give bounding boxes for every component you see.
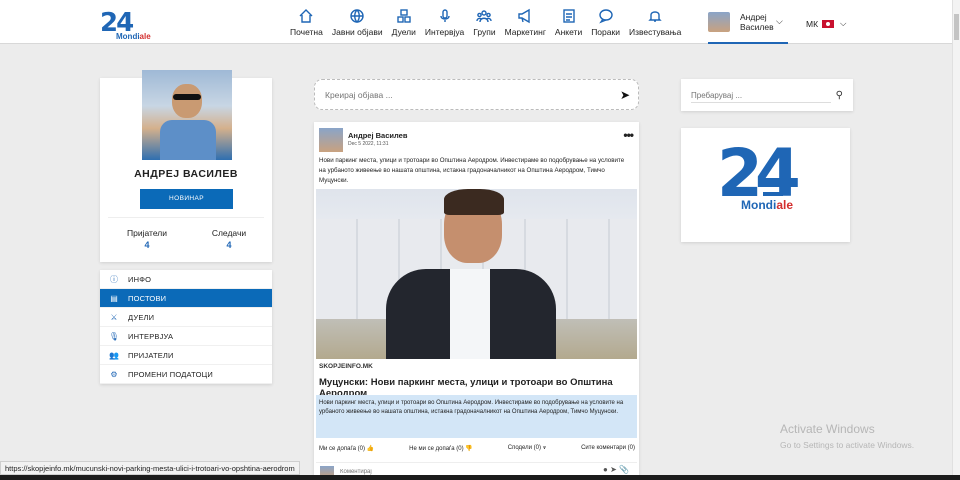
banner-wordmark: Mondiale <box>741 198 794 212</box>
nav-notifications[interactable]: Известувања <box>629 8 681 37</box>
info-icon: ⓘ <box>110 274 118 284</box>
top-navbar: 24 Mondiale Почетна Јавни објави Дуели И… <box>0 0 952 44</box>
profile-name: АНДРЕЈ ВАСИЛЕВ <box>134 168 238 180</box>
language-selector[interactable]: МК ⌵ <box>806 18 847 29</box>
logo-wordmark: Mondiale <box>116 32 151 41</box>
profile-card: АНДРЕЈ ВАСИЛЕВ НОВИНАР Пријатели 4 Следа… <box>100 70 272 262</box>
chevron-down-icon: ⌵ <box>776 16 783 26</box>
main-nav: Почетна Јавни објави Дуели Интервјуа Гру… <box>290 8 690 37</box>
search-icon[interactable]: ⚲ <box>836 90 843 101</box>
role-badge[interactable]: НОВИНАР <box>140 189 233 209</box>
link-excerpt: Нови паркинг места, улици и тротоари во … <box>316 395 637 438</box>
post-author[interactable]: Андреј Василев <box>348 131 407 140</box>
taskbar <box>0 475 960 480</box>
menu-friends[interactable]: 👥 ПРИЈАТЕЛИ <box>100 346 272 365</box>
menu-duels[interactable]: ⚔ ДУЕЛИ <box>100 308 272 327</box>
megaphone-icon <box>518 8 530 24</box>
page-scrollbar[interactable] <box>952 0 960 480</box>
globe-icon <box>350 9 364 23</box>
gear-icon: ⚙ <box>110 369 118 379</box>
scrollbar-thumb[interactable] <box>954 14 959 40</box>
all-comments-link[interactable]: Сите коментари (0) <box>581 445 635 452</box>
windows-activation-watermark: Activate Windows Go to Settings to activ… <box>780 422 915 450</box>
home-icon <box>299 9 313 23</box>
thumbs-down-icon: 👎 <box>465 446 473 452</box>
nav-polls[interactable]: Анкети <box>555 8 582 37</box>
friends-icon: 👥 <box>109 350 119 360</box>
share-button[interactable]: Сподели (0) ⩛ <box>508 445 546 452</box>
nav-home[interactable]: Почетна <box>290 8 323 37</box>
bell-icon <box>648 11 662 22</box>
poll-icon <box>562 9 575 23</box>
followers-stat[interactable]: Следачи 4 <box>194 228 264 250</box>
nav-groups[interactable]: Групи <box>473 8 496 37</box>
search-box: ⚲ <box>681 79 853 111</box>
nav-messages[interactable]: Пораки <box>591 8 620 37</box>
like-button[interactable]: Ми се допаѓа (0) 👍 <box>319 445 374 452</box>
groups-icon <box>476 10 493 23</box>
thumbs-up-icon: 👍 <box>366 446 375 452</box>
share-icon: ⩛ <box>542 445 547 451</box>
post-card: Андреј Василев Dec 5 2022, 11:31 ••• Нов… <box>314 122 639 480</box>
posts-icon: ▤ <box>110 293 118 303</box>
profile-photo <box>142 70 232 160</box>
avatar <box>708 12 730 32</box>
link-status-bar: https://skopjeinfo.mk/mucunski-novi-park… <box>0 461 300 475</box>
profile-menu: ⓘ ИНФО ▤ ПОСТОВИ ⚔ ДУЕЛИ 🎙 ИНТЕРВЈУА 👥 ПРИЈАТ… <box>100 270 272 384</box>
link-preview-image[interactable] <box>316 189 637 359</box>
user-menu[interactable]: Андреј Василев ⌵ <box>708 10 788 44</box>
search-input[interactable] <box>691 89 831 103</box>
post-composer: ➤ <box>314 79 639 110</box>
duels-icon: ⚔ <box>110 312 118 322</box>
microphone-icon <box>439 9 450 22</box>
send-icon[interactable]: ➤ <box>620 88 630 102</box>
nav-duels[interactable]: Дуели <box>392 8 416 37</box>
flag-icon <box>822 19 835 28</box>
menu-info[interactable]: ⓘ ИНФО <box>100 270 272 289</box>
menu-edit-profile[interactable]: ⚙ ПРОМЕНИ ПОДАТОЦИ <box>100 365 272 384</box>
avatar[interactable] <box>319 128 343 152</box>
chevron-down-icon: ⌵ <box>840 18 847 28</box>
send-icon[interactable]: ● ➤ 📎 <box>603 465 629 474</box>
post-date: Dec 5 2022, 11:31 <box>348 141 389 147</box>
link-source: SKOPJEINFO.MK <box>319 363 373 370</box>
post-text: Нови паркинг места, улици и тротоари во … <box>319 157 625 184</box>
nav-marketing[interactable]: Маркетинг <box>505 8 546 37</box>
nav-public-posts[interactable]: Јавни објави <box>332 8 383 37</box>
create-post-input[interactable] <box>325 87 615 103</box>
dislike-button[interactable]: Не ми се допаѓа (0) 👎 <box>409 445 473 452</box>
post-actions: Ми се допаѓа (0) 👍 Не ми се допаѓа (0) 👎… <box>319 445 635 452</box>
divider <box>108 217 264 218</box>
menu-posts[interactable]: ▤ ПОСТОВИ <box>100 289 272 308</box>
more-options-icon[interactable]: ••• <box>623 128 634 142</box>
site-logo[interactable]: 24 Mondiale <box>100 8 152 42</box>
duels-icon <box>397 9 411 23</box>
message-icon <box>598 9 613 24</box>
friends-stat[interactable]: Пријатели 4 <box>112 228 182 250</box>
brand-banner[interactable]: 24 Mondiale <box>681 128 850 242</box>
menu-interviews[interactable]: 🎙 ИНТЕРВЈУА <box>100 327 272 346</box>
nav-interviews[interactable]: Интервјуа <box>425 8 464 37</box>
microphone-icon: 🎙 <box>108 331 120 341</box>
user-name: Андреј Василев <box>740 12 774 32</box>
